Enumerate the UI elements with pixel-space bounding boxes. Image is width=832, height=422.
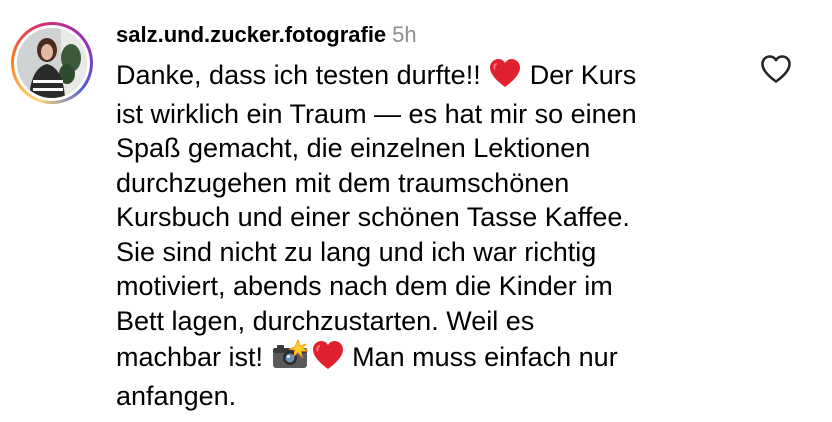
red-heart-icon: [488, 58, 522, 97]
avatar-image: [17, 28, 87, 98]
comment-text-part-2: Der Kurs ist wirklich ein Traum — es hat…: [116, 60, 637, 372]
heart-outline-icon: [761, 55, 791, 83]
avatar-gap: [14, 25, 90, 101]
avatar-photo-icon: [17, 28, 87, 98]
comment-text: Danke, dass ich testen durfte!! Der Kurs…: [116, 58, 736, 413]
avatar[interactable]: [11, 22, 93, 104]
like-button[interactable]: [760, 54, 792, 84]
comment-text-part-1: Danke, dass ich testen durfte!!: [116, 60, 489, 90]
comment-meta: salz.und.zucker.fotografie 5h: [116, 20, 417, 50]
timestamp: 5h: [392, 22, 417, 47]
username-link[interactable]: salz.und.zucker.fotografie: [116, 22, 386, 47]
comment: salz.und.zucker.fotografie 5h Danke, dass…: [0, 0, 832, 422]
red-heart-icon: [311, 340, 345, 379]
camera-flash-icon: [271, 338, 311, 379]
